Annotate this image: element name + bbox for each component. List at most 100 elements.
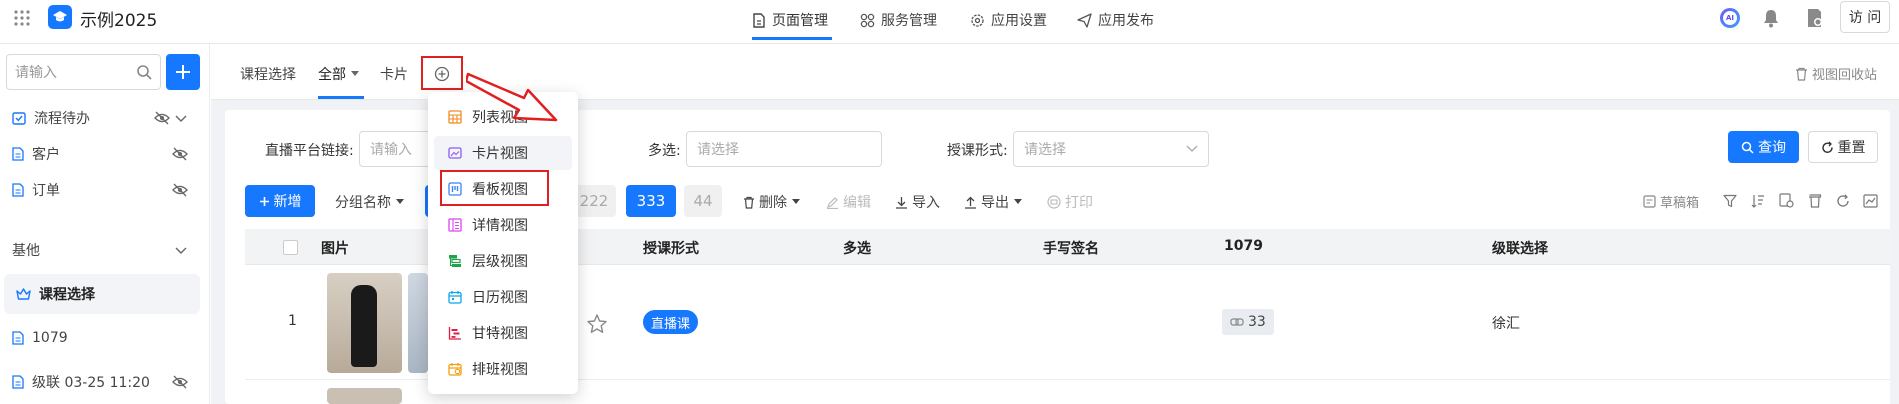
- search-icon: [1741, 141, 1754, 154]
- eye-off-icon[interactable]: [154, 111, 170, 125]
- tab-course-selection[interactable]: 课程选择: [240, 64, 296, 84]
- query-button[interactable]: 查询: [1728, 131, 1799, 163]
- sidebar-group-other[interactable]: 基他: [0, 230, 200, 270]
- number-text: 33: [1248, 314, 1266, 330]
- eye-off-icon[interactable]: [172, 375, 188, 389]
- crown-icon: [16, 288, 31, 300]
- menu-item-schedule-view[interactable]: 排班视图: [434, 352, 572, 386]
- recycle-bin-icon[interactable]: [1808, 194, 1822, 208]
- upload-icon: [965, 196, 976, 209]
- new-record-button[interactable]: 新增: [245, 185, 315, 217]
- app-grid-icon[interactable]: [14, 10, 30, 26]
- menu-item-hierarchy-view[interactable]: 层级视图: [434, 244, 572, 278]
- group-chip-44[interactable]: 44: [684, 185, 722, 217]
- filter-label-multi: 多选:: [648, 143, 681, 159]
- filter-course-type-select[interactable]: 请选择: [1013, 131, 1209, 167]
- sidebar-item-1079[interactable]: 1079: [0, 318, 200, 358]
- top-bar: [0, 0, 1899, 44]
- plus-icon: [176, 65, 190, 79]
- filter-label-course-type: 授课形式:: [947, 143, 1008, 159]
- filter-icon[interactable]: [1723, 194, 1737, 208]
- menu-item-label: 详情视图: [472, 218, 528, 234]
- product-photo[interactable]: [327, 273, 402, 373]
- edit-icon: [827, 196, 838, 209]
- column-header-multi[interactable]: 多选: [843, 238, 871, 258]
- card-icon: [448, 147, 462, 159]
- column-header-image[interactable]: 图片: [321, 238, 349, 258]
- file-icon: [12, 147, 24, 161]
- sidebar-group-label: 基他: [12, 243, 40, 259]
- file-icon: [12, 375, 24, 389]
- table-icon: [448, 110, 462, 124]
- column-header-1079[interactable]: 1079: [1224, 238, 1263, 254]
- app-title: 示例2025: [80, 11, 158, 31]
- nav-app-publish[interactable]: 应用发布: [1077, 3, 1154, 37]
- eye-off-icon[interactable]: [172, 183, 188, 197]
- reset-button[interactable]: 重置: [1808, 131, 1878, 163]
- tab-all[interactable]: 全部: [318, 64, 360, 84]
- chart-icon[interactable]: [1863, 194, 1878, 208]
- view-recycle-bin[interactable]: 视图回收站: [1795, 64, 1877, 83]
- draft-box-button[interactable]: 草稿箱: [1643, 192, 1699, 211]
- notification-bell-icon[interactable]: [1762, 8, 1780, 28]
- edit-button[interactable]: 编辑: [826, 192, 871, 212]
- menu-item-detail-view[interactable]: 详情视图: [434, 208, 572, 242]
- trash-icon: [744, 196, 754, 209]
- refresh-icon[interactable]: [1836, 194, 1850, 208]
- import-button[interactable]: 导入: [895, 192, 940, 212]
- sidebar-item-order[interactable]: 订单: [0, 170, 200, 210]
- sidebar-item-customer[interactable]: 客户: [0, 134, 200, 174]
- schedule-icon: [448, 363, 462, 376]
- group-by-dropdown[interactable]: 分组名称: [335, 192, 405, 212]
- nav-page-management[interactable]: 页面管理: [752, 3, 828, 37]
- delete-dropdown[interactable]: 删除: [743, 192, 801, 212]
- gantt-icon: [448, 327, 461, 340]
- product-photo[interactable]: [408, 273, 428, 373]
- select-placeholder: 请选择: [1024, 142, 1066, 158]
- caret-down-icon: [1014, 199, 1022, 204]
- menu-item-gantt-view[interactable]: 甘特视图: [434, 316, 572, 350]
- favorite-star-icon[interactable]: [586, 313, 608, 335]
- document-icon: [753, 12, 765, 28]
- nav-service-management[interactable]: 服务管理: [860, 3, 937, 37]
- sidebar-item-label: 级联 03-25 11:20: [32, 375, 150, 391]
- column-header-course-type[interactable]: 授课形式: [643, 238, 699, 258]
- document-settings-icon[interactable]: [1806, 8, 1824, 28]
- filter-multi-select[interactable]: 请选择: [686, 131, 882, 167]
- check-square-icon: [12, 112, 26, 125]
- sidebar-item-course-selection[interactable]: 课程选择: [4, 274, 200, 314]
- menu-item-card-view[interactable]: 卡片视图: [434, 136, 572, 170]
- input-placeholder: 请输入: [370, 142, 412, 158]
- print-label: 打印: [1065, 195, 1093, 211]
- chevron-down-icon[interactable]: [174, 111, 188, 125]
- menu-item-calendar-view[interactable]: 日历视图: [434, 280, 572, 314]
- eye-off-icon[interactable]: [172, 147, 188, 161]
- print-button[interactable]: 打印: [1047, 192, 1093, 212]
- select-all-checkbox[interactable]: [283, 240, 298, 255]
- import-label: 导入: [912, 195, 940, 211]
- column-header-cascade[interactable]: 级联选择: [1492, 238, 1548, 258]
- chevron-down-icon[interactable]: [174, 243, 188, 257]
- column-header-signature[interactable]: 手写签名: [1043, 238, 1099, 258]
- sidebar-item-cascade[interactable]: 级联 03-25 11:20: [0, 362, 200, 402]
- print-icon: [1047, 195, 1061, 209]
- group-chip-333[interactable]: 333: [626, 185, 676, 217]
- menu-item-label: 排班视图: [472, 362, 528, 378]
- product-photo[interactable]: [327, 388, 402, 404]
- group-chip-222[interactable]: 222: [572, 185, 616, 217]
- column-settings-icon[interactable]: [1779, 193, 1794, 208]
- nav-app-settings[interactable]: 应用设置: [970, 3, 1047, 37]
- export-dropdown[interactable]: 导出: [964, 192, 1023, 212]
- sort-icon[interactable]: [1751, 194, 1765, 208]
- nav-label: 页面管理: [772, 13, 828, 29]
- menu-item-label: 卡片视图: [472, 146, 528, 162]
- tab-card[interactable]: 卡片: [380, 64, 408, 84]
- sidebar-item-label: 客户: [32, 147, 60, 163]
- row-index: 1: [288, 313, 297, 329]
- export-label: 导出: [981, 195, 1009, 211]
- sidebar-search-input[interactable]: 请输入: [6, 54, 161, 90]
- ai-assistant-icon[interactable]: AI: [1720, 8, 1740, 28]
- visit-button[interactable]: 访 问: [1840, 1, 1890, 33]
- sidebar-item-workflow-todo[interactable]: 流程待办: [0, 98, 200, 138]
- add-page-button[interactable]: [166, 54, 200, 90]
